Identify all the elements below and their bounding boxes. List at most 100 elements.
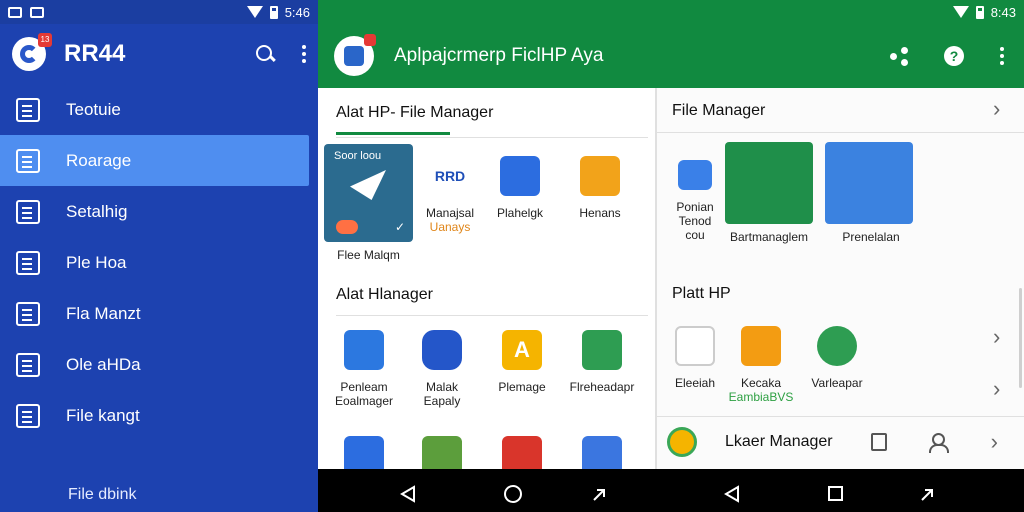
drawer-footer[interactable]: File dbink [68,486,136,504]
drawer-item-6[interactable]: Ole aHDa [0,339,318,390]
chart-icon [16,352,40,377]
settings-icon [16,199,40,224]
right-panel: File Manager › Ponian Tenod cou Bartmana… [657,88,1024,469]
app-icon [667,427,697,457]
main-content: Alat HP- File Manager Soor loou ✓ Flee M… [318,88,1024,476]
app-logo-icon[interactable] [334,34,376,76]
drawer-item-3[interactable]: Setalhig [0,186,318,237]
divider [336,315,648,316]
more-options-icon[interactable] [302,45,306,63]
navigation-buttons [400,485,933,503]
app-tile[interactable]: RRD Manajsal Uanays [412,156,488,234]
app-tile[interactable]: Flreheadapr [564,330,640,394]
list-item[interactable]: Lkaer Manager › [657,418,1024,466]
featured-app-card[interactable]: Soor loou ✓ [324,144,413,242]
drawer-item-label: Ple Hoa [66,252,127,272]
app-bar: Aplpajcrmerp FiclHP Aya ? [318,24,1024,88]
app-tile[interactable]: A Plemage [484,330,560,394]
app-tile-label: Malak [425,380,458,394]
section-title[interactable]: Platt HP [672,285,731,303]
phone-app-icon [422,330,462,370]
navigation-drawer: 13 RR44 Teotuie Roarage Setalhig Ple Hoa… [0,24,318,512]
app-tile-label: Eleeiah [674,376,716,390]
chevron-right-icon[interactable]: › [993,96,1000,122]
home-icon[interactable] [504,485,522,503]
app-logo-icon[interactable]: 13 [12,33,52,71]
app-tile-label: Ponian [676,200,714,214]
rrd-logo-icon: RRD [430,156,470,196]
drawer-item-label: Roarage [66,150,132,170]
active-tab-indicator [336,132,450,135]
drawer-item-1[interactable]: Teotuie [0,84,318,135]
back-icon[interactable] [724,485,739,503]
letter-a-icon: A [502,330,542,370]
system-navigation-bar [318,469,1024,512]
app-tile[interactable]: Varleapar [799,326,875,390]
message-icon [16,301,40,326]
paper-plane-icon [350,170,386,200]
section-title[interactable]: Alat HP- File Manager [336,104,493,122]
battery-icon [269,5,278,19]
chevron-right-icon[interactable]: › [993,376,1000,402]
app-tile-label: Flreheadapr [569,380,635,394]
drawer-item-label: Ole aHDa [66,354,141,374]
folder-icon [580,156,620,196]
app-tile[interactable]: Malak Eapaly [404,330,480,408]
app-tile-label: Plemage [498,380,546,394]
app-tile-sublabel: Uanays [429,220,471,234]
battery-icon [975,5,984,19]
app-card-blue[interactable] [825,142,913,224]
drawer-item-7[interactable]: File kangt [0,390,318,441]
panel-header[interactable]: File Manager [672,102,765,120]
status-bar-left: 5:46 [0,0,318,24]
app-tile-sublabel: EambiaBVS [728,390,794,404]
help-icon[interactable]: ? [944,46,964,66]
chevron-right-icon[interactable]: › [993,324,1000,350]
section-title[interactable]: Alat Hlanager [336,286,433,304]
app-tile-sublabel: Tenod [678,214,712,228]
app-tile[interactable]: Eleeiah [657,326,733,390]
wifi-icon [952,6,969,18]
phone-device-icon[interactable] [870,433,887,451]
app-card-green[interactable] [725,142,813,224]
printer-icon [741,326,781,366]
app-tile[interactable]: Plahelgk [482,156,558,220]
app-card-label: Prenelalan [842,230,900,244]
tag-icon [344,330,384,370]
drawer-item-5[interactable]: Fla Manzt [0,288,318,339]
notification-badge: 13 [38,33,52,47]
sheet-icon [582,330,622,370]
recents-icon[interactable] [828,486,843,501]
search-icon[interactable] [256,45,274,63]
check-app-icon [675,326,715,366]
storage-icon [16,148,40,173]
app-tile-label: Henans [579,206,621,220]
drawer-item-2[interactable]: Roarage [0,135,309,186]
divider [657,132,1024,133]
chat-icon [817,326,857,366]
divider [336,137,648,138]
left-panel: Alat HP- File Manager Soor loou ✓ Flee M… [318,88,655,476]
app-tile[interactable]: Penleam Eoalmager [326,330,402,408]
app-tile-sublabel: Eoalmager [334,394,394,408]
message-app-icon [678,160,712,190]
drawer-title: RR44 [64,40,126,67]
status-bar-right: 8:43 [318,0,1024,24]
person-icon[interactable] [928,433,949,453]
app-tile[interactable]: Henans [562,156,638,220]
app-tile-label: Plahelgk [496,206,544,220]
drawer-item-4[interactable]: Ple Hoa [0,237,318,288]
rotate-icon[interactable] [593,489,605,501]
drawer-item-label: File kangt [66,405,140,425]
more-options-icon[interactable] [1000,47,1004,65]
chevron-right-icon[interactable]: › [991,429,998,455]
share-icon[interactable] [890,47,908,66]
image-notification-icon [8,6,22,18]
edit-icon [16,403,40,428]
scrollbar[interactable] [1019,288,1022,388]
list-icon [16,97,40,122]
phone-icon [16,250,40,275]
app-tile[interactable]: Kecaka EambiaBVS [723,326,799,404]
rotate-icon[interactable] [921,489,933,501]
back-icon[interactable] [400,485,415,503]
